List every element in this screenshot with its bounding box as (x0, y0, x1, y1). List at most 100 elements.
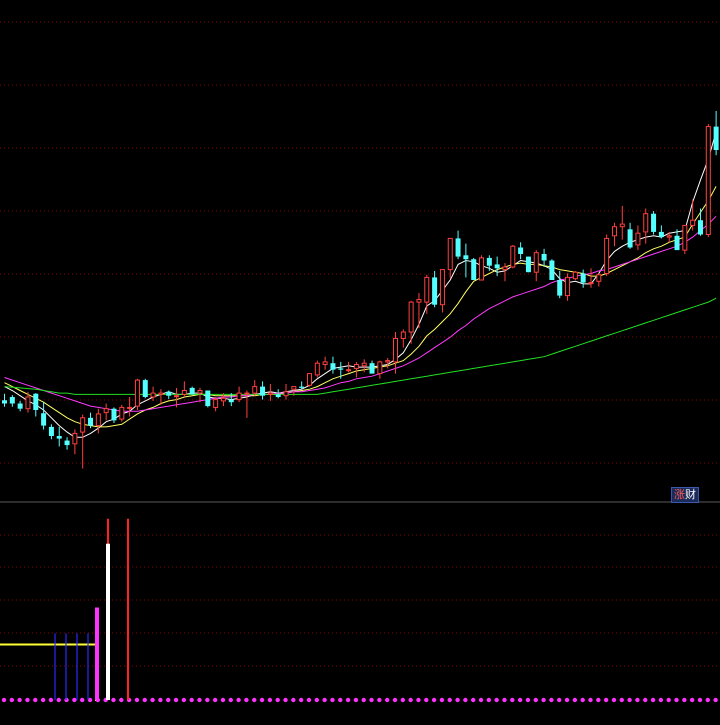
candle[interactable] (658, 225, 664, 239)
candle[interactable] (142, 378, 148, 399)
indicator-dot (541, 697, 546, 703)
candle[interactable] (588, 268, 594, 288)
indicator-dot (369, 697, 374, 703)
candle[interactable] (134, 378, 140, 410)
indicator-yellow-line (0, 643, 99, 701)
candle-body (213, 399, 219, 408)
candle[interactable] (541, 248, 547, 267)
candle[interactable] (510, 244, 516, 269)
indicator-dot (40, 697, 46, 703)
candle[interactable] (572, 270, 578, 280)
indicator-dot (650, 697, 656, 703)
candle[interactable] (111, 407, 117, 423)
candle[interactable] (471, 257, 477, 280)
candle[interactable] (518, 242, 524, 260)
indicator-dot (314, 697, 319, 703)
candle[interactable] (525, 256, 531, 273)
candle[interactable] (314, 360, 320, 378)
candle[interactable] (432, 270, 438, 308)
candle[interactable] (486, 255, 492, 271)
candle[interactable] (611, 222, 617, 247)
candle[interactable] (353, 361, 359, 378)
candle[interactable] (228, 393, 234, 407)
candle[interactable] (580, 269, 586, 288)
candle[interactable] (41, 402, 47, 430)
candle[interactable] (713, 111, 719, 156)
stock-chart[interactable]: 涨财 (0, 0, 720, 725)
candle[interactable] (252, 380, 258, 396)
candle[interactable] (346, 361, 352, 373)
candle[interactable] (455, 230, 461, 260)
candle[interactable] (33, 393, 39, 417)
candle[interactable] (80, 414, 86, 469)
candle[interactable] (697, 208, 703, 236)
candlesticks[interactable] (2, 85, 720, 469)
indicator-dot (361, 697, 366, 703)
candle[interactable] (533, 250, 539, 282)
candle[interactable] (205, 390, 211, 408)
candle[interactable] (705, 124, 711, 238)
indicator-dot (588, 697, 593, 703)
indicator-panel[interactable] (0, 518, 718, 703)
candle[interactable] (103, 403, 109, 421)
brand-badge: 涨财 (671, 487, 699, 503)
candle[interactable] (479, 255, 485, 281)
indicator-dot (158, 697, 163, 703)
candle[interactable] (502, 263, 508, 282)
candle[interactable] (72, 429, 78, 455)
candle[interactable] (416, 293, 422, 329)
indicator-dot (181, 697, 187, 703)
candle[interactable] (439, 269, 445, 313)
candle[interactable] (627, 222, 633, 249)
candle[interactable] (322, 356, 328, 370)
candle-body (80, 417, 86, 433)
candle[interactable] (150, 386, 156, 401)
candle[interactable] (283, 384, 289, 400)
candle[interactable] (17, 400, 23, 412)
candle[interactable] (682, 224, 688, 254)
indicator-dot (322, 697, 327, 703)
candle[interactable] (549, 259, 555, 280)
candle[interactable] (596, 273, 602, 287)
candle[interactable] (260, 381, 266, 400)
candle[interactable] (213, 397, 219, 412)
candle[interactable] (377, 360, 383, 379)
indicator-dot (80, 697, 85, 703)
candle-body (346, 369, 352, 372)
indicator-dot (9, 697, 15, 703)
candle-body (682, 224, 688, 251)
indicator-dot (228, 697, 233, 703)
indicator-dot (353, 697, 359, 703)
indicator-dot (580, 697, 585, 703)
candle[interactable] (158, 389, 164, 405)
candle[interactable] (651, 211, 657, 235)
candle[interactable] (119, 404, 125, 422)
candle[interactable] (2, 393, 7, 407)
candle[interactable] (424, 274, 430, 314)
candle[interactable] (220, 393, 226, 407)
candle[interactable] (494, 256, 500, 277)
candle-body (580, 273, 586, 283)
candle[interactable] (557, 270, 563, 299)
candle[interactable] (64, 437, 70, 450)
candle[interactable] (181, 381, 187, 397)
chart-canvas[interactable] (0, 0, 720, 725)
candle[interactable] (166, 390, 172, 399)
candle[interactable] (56, 426, 62, 447)
candle[interactable] (236, 386, 242, 403)
candle[interactable] (244, 390, 250, 418)
candle[interactable] (400, 329, 406, 348)
candle[interactable] (9, 395, 15, 407)
candle[interactable] (447, 237, 453, 279)
candle[interactable] (393, 332, 398, 374)
candle[interactable] (635, 225, 641, 251)
candle[interactable] (48, 424, 54, 440)
candle[interactable] (604, 234, 610, 277)
candle-body (267, 392, 273, 395)
candle[interactable] (306, 373, 312, 387)
candle[interactable] (330, 356, 336, 374)
candle[interactable] (643, 208, 649, 244)
candle[interactable] (369, 360, 375, 374)
candle[interactable] (565, 273, 571, 301)
candle[interactable] (189, 386, 195, 395)
